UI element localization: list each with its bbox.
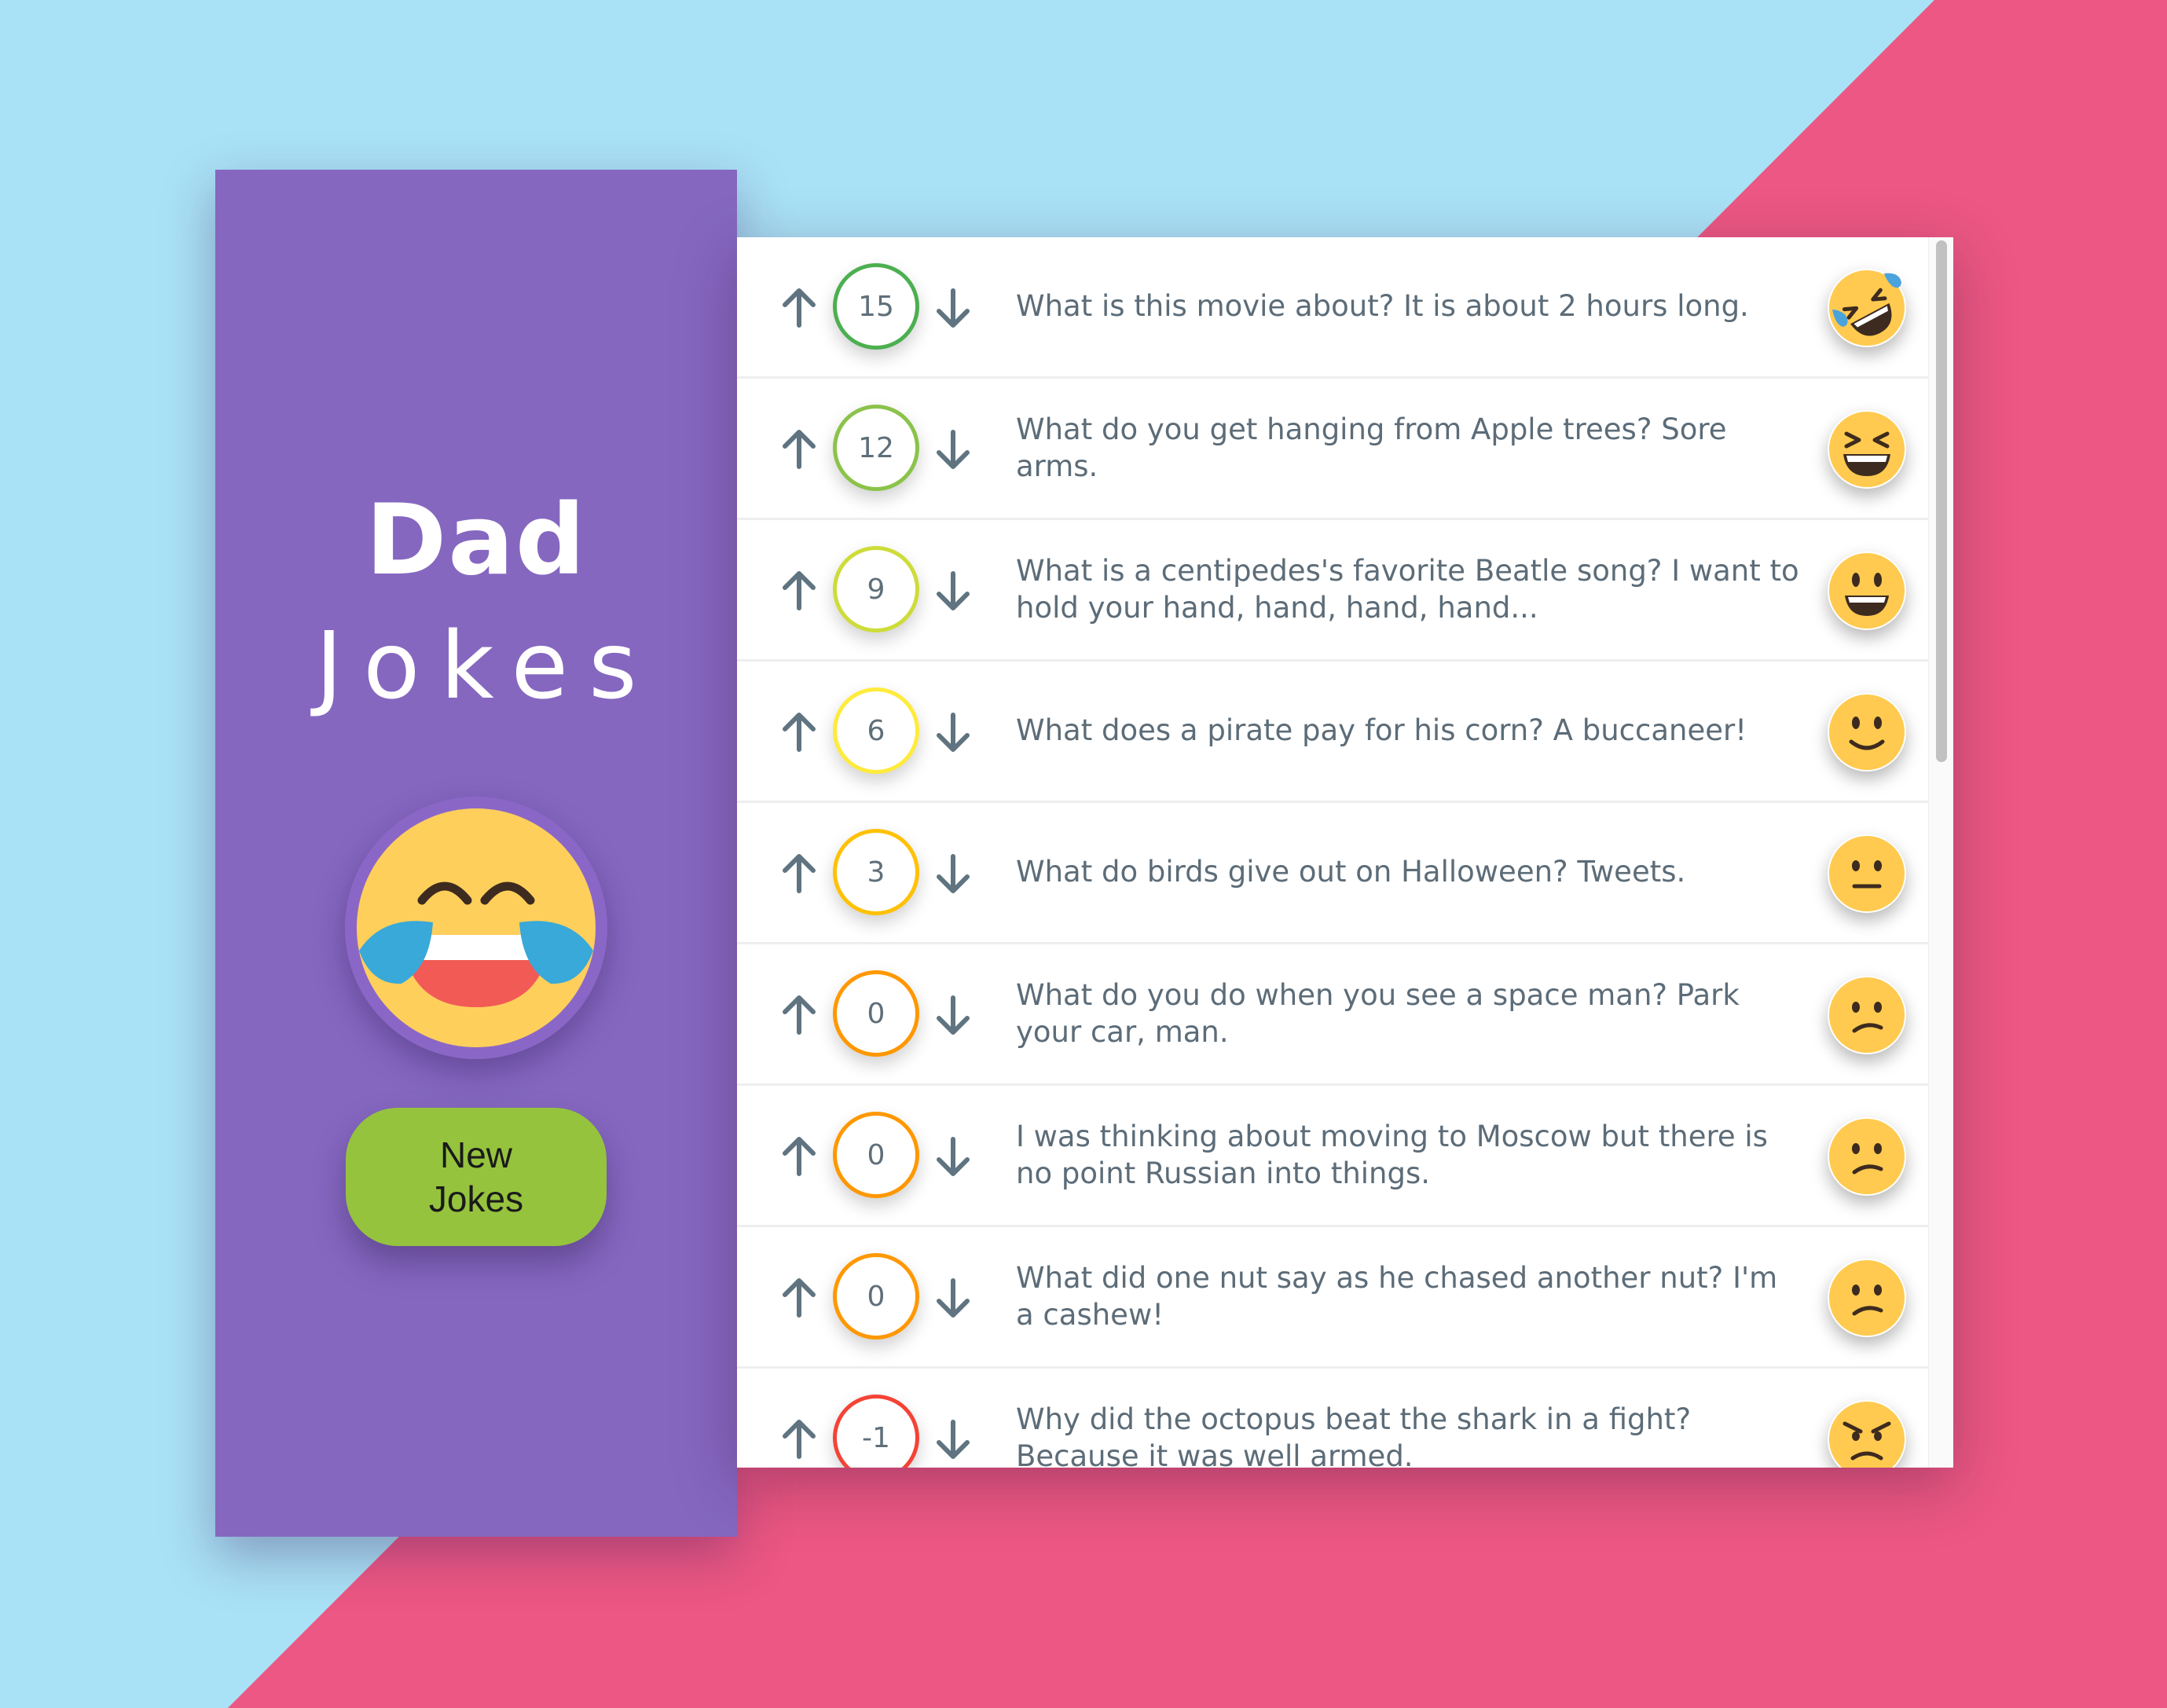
downvote-arrow-icon[interactable] bbox=[933, 1277, 973, 1318]
joke-text: What do you do when you see a space man?… bbox=[1016, 978, 1740, 1049]
vote-score: 12 bbox=[833, 405, 919, 491]
vote-score: 0 bbox=[833, 1112, 919, 1198]
joke-row: 0 What did one nut say as he chased anot… bbox=[737, 1227, 1928, 1369]
joke-text: Why did the octopus beat the shark in a … bbox=[1016, 1402, 1692, 1468]
downvote-arrow-icon[interactable] bbox=[933, 288, 973, 328]
new-jokes-button-label: New Jokes bbox=[428, 1134, 524, 1219]
downvote-arrow-icon[interactable] bbox=[933, 1136, 973, 1177]
confused-face-icon bbox=[1828, 1259, 1906, 1337]
app-title-jokes: Jokes bbox=[315, 611, 658, 720]
downvote-arrow-icon[interactable] bbox=[933, 853, 973, 894]
joke-row: -1 Why did the octopus beat the shark in… bbox=[737, 1369, 1928, 1468]
joke-row: 15 What is this movie about? It is about… bbox=[737, 237, 1928, 379]
laughing-tears-emoji-icon bbox=[345, 797, 607, 1059]
joke-list: 15 What is this movie about? It is about… bbox=[737, 237, 1928, 1468]
joke-text: What did one nut say as he chased anothe… bbox=[1016, 1261, 1778, 1332]
rolling-on-floor-laughing-icon bbox=[1828, 269, 1906, 347]
upvote-arrow-icon[interactable] bbox=[779, 853, 819, 894]
downvote-arrow-icon[interactable] bbox=[933, 712, 973, 753]
joke-row: 12 What do you get hanging from Apple tr… bbox=[737, 379, 1928, 520]
upvote-arrow-icon[interactable] bbox=[779, 429, 819, 470]
joke-text: What do birds give out on Halloween? Twe… bbox=[1016, 855, 1686, 889]
upvote-arrow-icon[interactable] bbox=[779, 1419, 819, 1460]
joke-row: 6 What does a pirate pay for his corn? A… bbox=[737, 662, 1928, 803]
vote-score: 0 bbox=[833, 1253, 919, 1340]
confused-face-icon bbox=[1828, 976, 1906, 1054]
grinning-face-big-eyes-icon bbox=[1828, 552, 1906, 630]
upvote-arrow-icon[interactable] bbox=[779, 712, 819, 753]
downvote-arrow-icon[interactable] bbox=[933, 570, 973, 611]
joke-text: I was thinking about moving to Moscow bu… bbox=[1016, 1120, 1768, 1190]
neutral-face-icon bbox=[1828, 834, 1906, 913]
joke-text: What do you get hanging from Apple trees… bbox=[1016, 412, 1727, 483]
vote-score: 15 bbox=[833, 263, 919, 350]
joke-text: What is this movie about? It is about 2 … bbox=[1016, 289, 1749, 324]
upvote-arrow-icon[interactable] bbox=[779, 288, 819, 328]
vote-score: -1 bbox=[833, 1395, 919, 1468]
joke-row: 0 What do you do when you see a space ma… bbox=[737, 944, 1928, 1086]
sidebar: Dad Jokes New Jokes bbox=[215, 170, 737, 1537]
upvote-arrow-icon[interactable] bbox=[779, 1277, 819, 1318]
joke-text: What does a pirate pay for his corn? A b… bbox=[1016, 713, 1747, 748]
vote-score: 9 bbox=[833, 546, 919, 632]
confused-face-icon bbox=[1828, 1117, 1906, 1196]
downvote-arrow-icon[interactable] bbox=[933, 429, 973, 470]
upvote-arrow-icon[interactable] bbox=[779, 1136, 819, 1177]
downvote-arrow-icon[interactable] bbox=[933, 1419, 973, 1460]
vote-score: 0 bbox=[833, 970, 919, 1057]
joke-text: What is a centipedes's favorite Beatle s… bbox=[1016, 554, 1799, 625]
grinning-squinting-face-icon bbox=[1828, 410, 1906, 489]
upvote-arrow-icon[interactable] bbox=[779, 570, 819, 611]
joke-row: 9 What is a centipedes's favorite Beatle… bbox=[737, 520, 1928, 662]
scrollbar-thumb[interactable] bbox=[1936, 240, 1947, 762]
joke-row: 0 I was thinking about moving to Moscow … bbox=[737, 1086, 1928, 1227]
vote-score: 3 bbox=[833, 829, 919, 915]
upvote-arrow-icon[interactable] bbox=[779, 995, 819, 1035]
new-jokes-button[interactable]: New Jokes bbox=[346, 1108, 607, 1246]
app-title-dad: Dad bbox=[365, 484, 587, 597]
scrollbar[interactable] bbox=[1928, 237, 1953, 1468]
vote-score: 6 bbox=[833, 687, 919, 774]
slightly-smiling-face-icon bbox=[1828, 693, 1906, 772]
angry-face-icon bbox=[1828, 1400, 1906, 1468]
jokes-panel[interactable]: 15 What is this movie about? It is about… bbox=[737, 237, 1953, 1468]
downvote-arrow-icon[interactable] bbox=[933, 995, 973, 1035]
joke-row: 3 What do birds give out on Halloween? T… bbox=[737, 803, 1928, 944]
